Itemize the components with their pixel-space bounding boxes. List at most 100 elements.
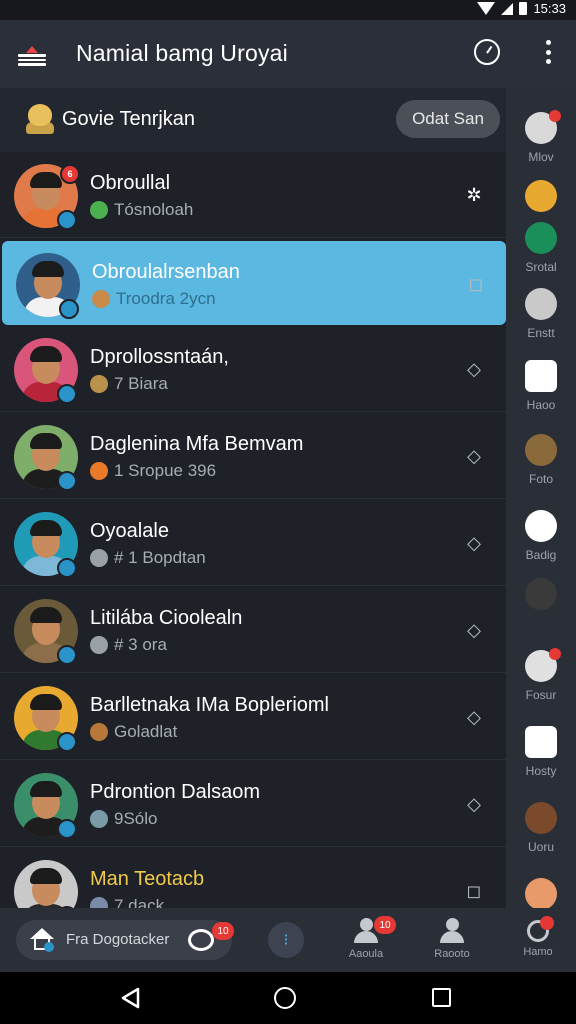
battery-icon: [519, 2, 528, 15]
android-nav-bar: [0, 972, 576, 1024]
rail-item[interactable]: Uoru: [506, 788, 576, 866]
gear-action-icon[interactable]: ✲: [464, 185, 484, 205]
clock-icon[interactable]: [474, 39, 500, 65]
rail-item[interactable]: Haoo: [506, 346, 576, 424]
eye-icon[interactable]: [188, 929, 214, 951]
subtitle-icon: [90, 810, 108, 828]
contact-row[interactable]: 6 Obroullal Tósnoloah ✲: [0, 152, 506, 238]
contact-subtitle: 9Sólo: [90, 809, 157, 829]
more-options-icon[interactable]: [540, 38, 556, 66]
contact-name: Barlletnaka IMa Boplerioml: [90, 694, 329, 716]
section-header: Govie Tenrjkan Odat San: [0, 88, 506, 152]
contact-row[interactable]: Man Teotacb 7 dack ◻: [0, 848, 506, 908]
subtitle-icon: [90, 897, 108, 908]
compose-button[interactable]: ⁝: [268, 922, 304, 958]
hammer-icon: [525, 434, 557, 466]
status-badge: [57, 210, 77, 230]
contact-row[interactable]: Daglenina Mfa Bemvam 1 Sropue 396 ◇: [0, 413, 506, 499]
diamond-action-icon[interactable]: ◇: [464, 620, 484, 640]
subtitle-text: 7 dack: [114, 896, 165, 908]
contact-subtitle: Troodra 2ycn: [92, 289, 216, 309]
contact-row[interactable]: Barlletnaka IMa Boplerioml Goladlat ◇: [0, 674, 506, 760]
rail-item[interactable]: [506, 564, 576, 642]
status-badge: [57, 819, 77, 839]
nav-people[interactable]: 10 Aaoula: [336, 916, 396, 972]
contact-name: Daglenina Mfa Bemvam: [90, 433, 304, 455]
profile-icon: [440, 918, 464, 944]
rail-item[interactable]: Badig: [506, 496, 576, 574]
contact-row[interactable]: Obroulalrsenban Troodra 2ycn ◻: [2, 241, 506, 325]
contact-name: Pdrontion Dalsaom: [90, 781, 261, 803]
back-icon[interactable]: [120, 987, 140, 1009]
rail-label: Foto: [528, 472, 553, 486]
contact-list: 6 Obroullal Tósnoloah ✲ Obroulalrsenban Trood…: [0, 152, 506, 908]
rail-label: Srotal: [525, 260, 557, 274]
diamond-action-icon[interactable]: ◇: [464, 707, 484, 727]
app-title: Namial bamg Uroyai: [76, 40, 288, 66]
contact-row[interactable]: Dprollossntaán, 7 Biara ◇: [0, 326, 506, 412]
square-action-icon[interactable]: ◻: [464, 881, 484, 901]
section-action-button[interactable]: Odat San: [396, 100, 500, 138]
contact-subtitle: 7 dack: [90, 896, 164, 908]
rail-label: Fosur: [525, 688, 557, 702]
nav-label: Hamo: [523, 946, 553, 958]
contact-name: Litilába Cioolealn: [90, 607, 243, 629]
subtitle-icon: [92, 290, 110, 308]
chat-icon: [525, 288, 557, 320]
avatar-icon: [525, 578, 557, 610]
contact-subtitle: 1 Sropue 396: [90, 461, 216, 481]
box-icon: [525, 648, 561, 682]
contact-name: Obroullal: [90, 172, 171, 194]
contact-row[interactable]: Oyoalale # 1 Bopdtan ◇: [0, 500, 506, 586]
rail-label: Enstt: [527, 326, 555, 340]
signal-icon: [501, 2, 514, 15]
rail-item[interactable]: Hosty: [506, 712, 576, 790]
app-bar: Namial bamg Uroyai: [0, 20, 576, 88]
unread-badge: 6: [60, 164, 80, 184]
subtitle-icon: [90, 723, 108, 741]
people-badge: 10: [374, 916, 396, 934]
rail-label: Hosty: [525, 764, 557, 778]
contact-subtitle: 7 Biara: [90, 374, 168, 394]
menu-icon[interactable]: [18, 46, 46, 66]
subtitle-text: Tósnoloah: [114, 200, 194, 219]
contact-subtitle: Tósnoloah: [90, 200, 193, 220]
subtitle-text: Goladlat: [114, 722, 178, 741]
rail-item[interactable]: Mlov: [506, 98, 576, 176]
contact-subtitle: # 3 ora: [90, 635, 167, 655]
rail-item[interactable]: Enstt: [506, 274, 576, 352]
status-badge: [57, 732, 77, 752]
subtitle-text: # 1 Bopdtan: [114, 548, 206, 567]
home-nav-icon[interactable]: [274, 987, 296, 1009]
wifi-icon: [477, 2, 496, 15]
nav-profile[interactable]: Raooto: [422, 918, 482, 972]
nav-label: Aaoula: [348, 948, 384, 960]
camera-icon: [525, 726, 557, 758]
diamond-action-icon[interactable]: ◇: [464, 446, 484, 466]
diamond-action-icon[interactable]: ◇: [464, 794, 484, 814]
diamond-action-icon[interactable]: ◇: [464, 533, 484, 553]
status-badge: [57, 558, 77, 578]
search-pill[interactable]: Fra Dogotacker 10: [16, 920, 234, 960]
subtitle-text: 1 Sropue 396: [114, 461, 217, 480]
contact-subtitle: Goladlat: [90, 722, 177, 742]
recents-icon[interactable]: [432, 988, 451, 1007]
rail-item[interactable]: Fosur: [506, 636, 576, 714]
contact-row[interactable]: Litilába Cioolealn # 3 ora ◇: [0, 587, 506, 673]
subtitle-text: 9Sólo: [114, 809, 158, 828]
rail-item[interactable]: Foto: [506, 420, 576, 498]
square-action-icon[interactable]: ◻: [466, 274, 486, 294]
contact-name: Oyoalale: [90, 520, 169, 542]
contact-subtitle: # 1 Bopdtan: [90, 548, 206, 568]
eye-badge: 10: [212, 922, 234, 940]
subtitle-icon: [90, 375, 108, 393]
record-icon: [525, 510, 557, 542]
home-icon[interactable]: [30, 928, 54, 952]
subtitle-icon: [90, 549, 108, 567]
nav-search[interactable]: Hamo: [508, 916, 568, 972]
avatar-icon: [525, 878, 557, 910]
search-text: Fra Dogotacker: [66, 931, 170, 948]
contact-row[interactable]: Pdrontion Dalsaom 9Sólo ◇: [0, 761, 506, 847]
rail-label: Haoo: [526, 398, 556, 412]
diamond-action-icon[interactable]: ◇: [464, 359, 484, 379]
